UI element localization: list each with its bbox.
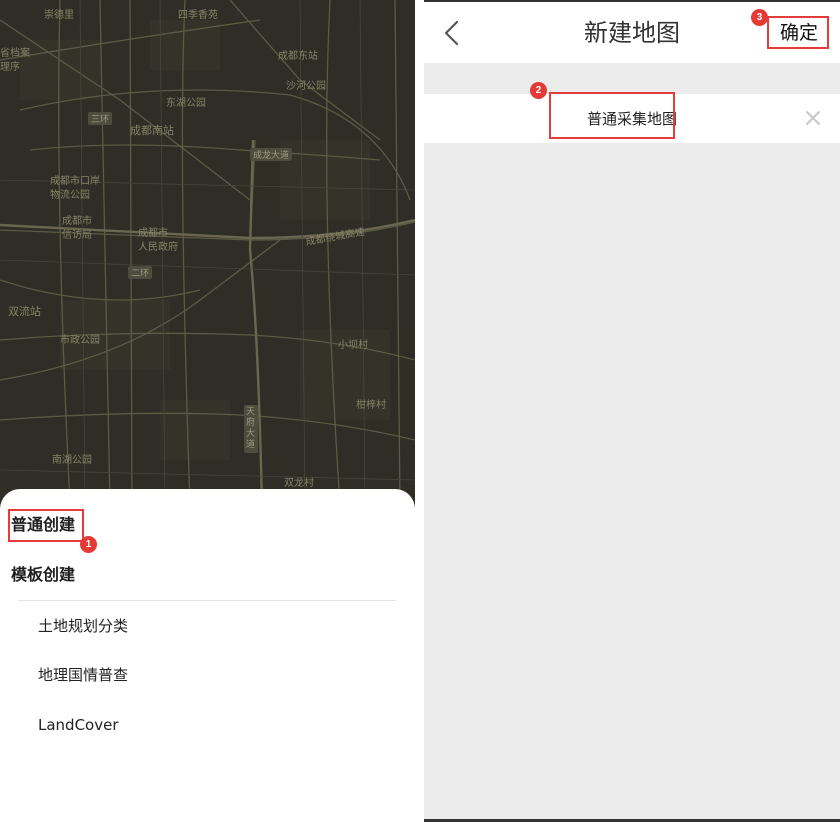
map-label: 理序 [0,62,20,73]
map-view[interactable] [0,0,415,505]
road-badge: 成龙大道 [250,148,293,161]
map-label: 成都市 [138,228,168,239]
road-badge: 天府大道 [244,405,258,453]
map-label: 双流站 [8,305,41,318]
map-label: 崇德里 [44,10,74,21]
close-icon [806,111,820,125]
annotation-box-1 [8,509,84,542]
annotation-marker-1: 1 [80,536,97,553]
map-label: 信访局 [62,230,92,241]
annotation-box-2 [549,92,675,139]
map-label: 成都市 [62,216,92,227]
annotation-marker-2: 2 [530,82,547,99]
map-label: 南湖公园 [52,455,92,466]
map-label: 柑梓村 [356,400,386,411]
clear-button[interactable] [802,107,824,129]
template-item[interactable]: 地理国情普查 [38,665,128,685]
map-label: 人民政府 [138,242,178,253]
left-screen: 崇德里 四季香苑 省档案 理序 成都东站 东湖公园 沙河公园 成都南站 成都市口… [0,0,415,822]
map-label: 四季香苑 [178,10,218,21]
road-badge: 二环 [128,266,153,279]
annotation-marker-3: 3 [751,9,768,26]
map-label: 省档案 [0,48,30,59]
map-label: 双龙村 [284,478,314,489]
template-create-option[interactable]: 模板创建 [11,564,75,586]
map-label: 物流公园 [50,190,90,201]
map-label: 成都市口岸 [50,176,100,187]
annotation-box-3 [767,16,829,49]
map-label: 市政公园 [60,335,100,346]
panel-gap [415,0,424,822]
map-label: 沙河公园 [286,81,326,92]
template-item[interactable]: 土地规划分类 [38,616,128,636]
right-screen: 新建地图 确定 2 3 [424,0,840,822]
map-label: 成都东站 [278,51,318,62]
template-item[interactable]: LandCover [38,715,119,735]
divider [18,600,396,601]
road-badge: 三环 [88,112,113,125]
map-label: 小坝村 [338,340,368,351]
map-label: 东湖公园 [166,98,206,109]
map-label: 成都南站 [130,124,174,137]
